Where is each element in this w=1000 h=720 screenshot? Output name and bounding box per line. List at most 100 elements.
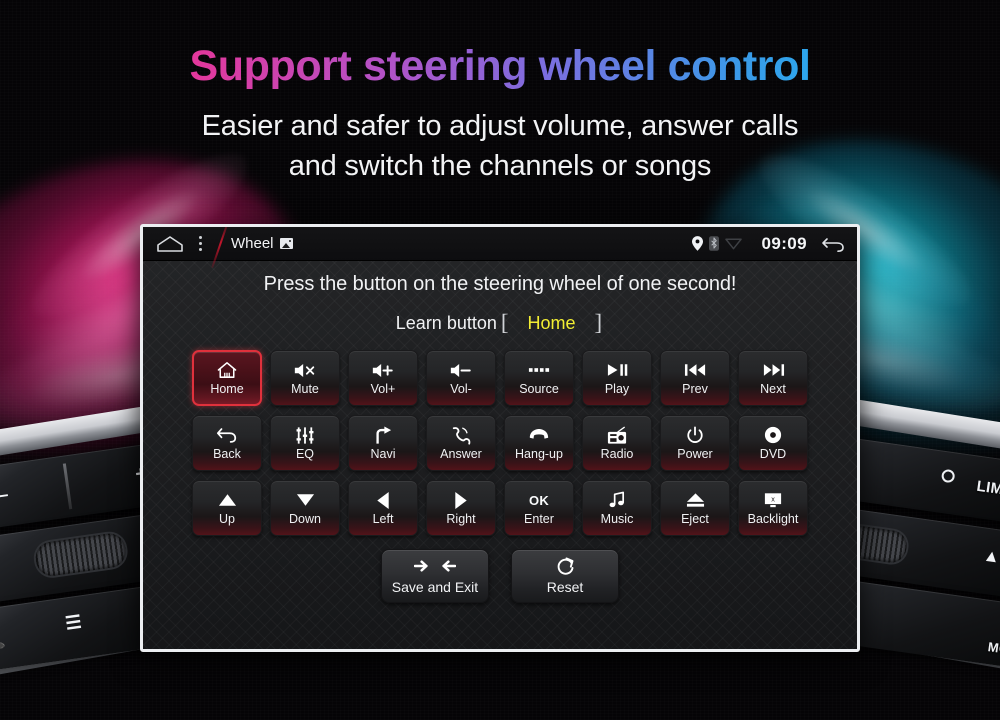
action-label: Save and Exit — [391, 579, 479, 595]
key-label: Radio — [600, 447, 634, 462]
key-label: Mute — [291, 382, 319, 397]
key-previous[interactable]: Prev — [660, 350, 730, 406]
key-mute[interactable]: Mute — [270, 350, 340, 406]
key-label: Home — [210, 382, 244, 397]
instruction-text: Press the button on the steering wheel o… — [263, 273, 737, 295]
overflow-menu-icon[interactable] — [199, 236, 203, 251]
key-label: Music — [600, 512, 634, 527]
home-icon[interactable] — [157, 235, 183, 252]
key-volume-down[interactable]: Vol- — [426, 350, 496, 406]
bluetooth-icon — [708, 236, 719, 251]
key-label: Power — [677, 447, 713, 462]
equalizer-icon — [292, 425, 318, 445]
key-back[interactable]: Back — [192, 415, 262, 471]
page-subtitle-line1: Easier and safer to adjust volume, answe… — [201, 110, 799, 142]
key-source[interactable]: Source — [504, 350, 574, 406]
key-label: Up — [219, 512, 235, 527]
radio-icon — [604, 425, 630, 445]
minus-glyph: − — [0, 485, 10, 506]
key-label: EQ — [295, 447, 315, 462]
key-label: Back — [213, 447, 241, 462]
arrow-left-icon — [370, 490, 396, 510]
play-pause-icon — [604, 360, 630, 380]
key-hangup[interactable]: Hang-up — [504, 415, 574, 471]
status-bar: Wheel 09:09 — [143, 227, 857, 269]
key-label: Enter — [524, 512, 554, 527]
action-bar: Save and Exit Reset — [143, 549, 857, 603]
key-down[interactable]: Down — [270, 480, 340, 536]
next-icon — [760, 360, 786, 380]
key-label: Answer — [440, 447, 482, 462]
page-title: Support steering wheel control — [0, 42, 1000, 91]
key-eject[interactable]: Eject — [660, 480, 730, 536]
bracket-close: ] — [594, 310, 603, 335]
disc-icon — [760, 425, 786, 445]
turn-right-icon — [370, 425, 396, 445]
refresh-icon — [556, 556, 575, 575]
back-arrow-icon[interactable] — [821, 236, 845, 252]
key-home[interactable]: Home — [192, 350, 262, 406]
key-label: Next — [760, 382, 786, 397]
volume-mute-icon — [292, 360, 318, 380]
picture-icon — [279, 238, 293, 249]
arrow-down-icon — [292, 490, 318, 510]
key-navi[interactable]: Navi — [348, 415, 418, 471]
mod-label: MOD — [986, 639, 1000, 659]
key-label: Eject — [681, 512, 709, 527]
power-icon — [682, 425, 708, 445]
phone-hangup-icon — [526, 425, 552, 445]
action-label: Reset — [546, 579, 584, 595]
back-arrow-icon — [214, 425, 240, 445]
key-up[interactable]: Up — [192, 480, 262, 536]
status-icons — [691, 236, 742, 251]
key-label: Backlight — [747, 512, 799, 527]
wheel-learn-panel: Press the button on the steering wheel o… — [143, 261, 857, 649]
learn-button-label: Learn button — [395, 312, 497, 333]
key-label: Hang-up — [515, 447, 563, 462]
key-answer[interactable]: Answer — [426, 415, 496, 471]
key-label: Vol- — [450, 382, 472, 397]
screen-title-text: Wheel — [231, 235, 274, 252]
key-volume-up[interactable]: Vol+ — [348, 350, 418, 406]
key-label: Left — [372, 512, 394, 527]
previous-icon — [682, 360, 708, 380]
volume-down-icon — [448, 360, 474, 380]
arrow-up-icon — [214, 490, 240, 510]
reset-button[interactable]: Reset — [511, 549, 619, 603]
list-glyph: ☰ — [64, 611, 83, 634]
key-label: Source — [519, 382, 559, 397]
learn-button-row: Learn button [ Home ] — [143, 310, 857, 336]
save-and-exit-button[interactable]: Save and Exit — [381, 549, 489, 603]
key-left[interactable]: Left — [348, 480, 418, 536]
key-label: DVD — [759, 447, 787, 462]
arrow-right-icon — [448, 490, 474, 510]
key-right[interactable]: Right — [426, 480, 496, 536]
key-label: Play — [604, 382, 630, 397]
wifi-icon — [724, 237, 742, 250]
key-label: Down — [289, 512, 321, 527]
learn-button-value: Home — [527, 312, 576, 333]
key-grid: Home Mute Vol+ Vol- Source Play Prev Nex… — [192, 350, 808, 536]
backlight-icon: x — [760, 490, 786, 510]
page-subtitle-line2: and switch the channels or songs — [288, 150, 712, 183]
ok-text-icon: OK — [528, 492, 550, 508]
music-note-icon — [604, 490, 630, 510]
key-radio[interactable]: Radio — [582, 415, 652, 471]
key-play[interactable]: Play — [582, 350, 652, 406]
eject-icon — [682, 490, 708, 510]
key-enter[interactable]: OK Enter — [504, 480, 574, 536]
head-unit-screen: Wheel 09:09 Press the button on the stee… — [140, 224, 860, 652]
key-label: Vol+ — [370, 382, 396, 397]
key-label: Right — [446, 512, 476, 527]
phone-call-icon — [448, 425, 474, 445]
key-music[interactable]: Music — [582, 480, 652, 536]
key-backlight[interactable]: x Backlight — [738, 480, 808, 536]
key-dvd[interactable]: DVD — [738, 415, 808, 471]
key-next[interactable]: Next — [738, 350, 808, 406]
arrows-inward-icon — [414, 557, 456, 575]
key-label: Navi — [370, 447, 396, 462]
key-equalizer[interactable]: EQ — [270, 415, 340, 471]
home-icon — [214, 360, 240, 380]
source-icon — [526, 360, 552, 380]
key-power[interactable]: Power — [660, 415, 730, 471]
